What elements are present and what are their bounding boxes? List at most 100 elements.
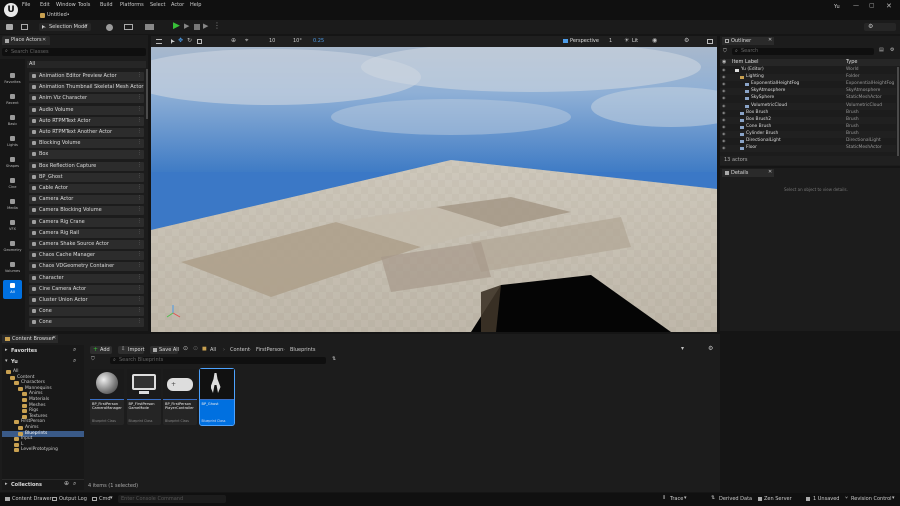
maximize-icon[interactable]: ▢ bbox=[869, 3, 875, 9]
outliner-settings-icon[interactable]: ⚙ bbox=[890, 48, 894, 53]
actor-item[interactable]: Cine Camera Actor ⋮ bbox=[29, 284, 144, 294]
visibility-icon[interactable]: ◉ bbox=[722, 124, 726, 129]
cinematics-icon[interactable] bbox=[145, 24, 154, 30]
actor-item[interactable]: BP_Ghost ⋮ bbox=[29, 172, 144, 182]
visibility-icon[interactable]: ◉ bbox=[722, 82, 726, 86]
rotate-tool-icon[interactable]: ↻ bbox=[187, 38, 192, 44]
actor-item[interactable]: Animation Editor Preview Actor ⋮ bbox=[29, 72, 144, 81]
drag-handle-icon[interactable]: ⋮ bbox=[137, 218, 142, 224]
output-log-button[interactable]: Output Log bbox=[50, 495, 87, 504]
favorites-search-icon[interactable]: ⌕ bbox=[73, 347, 76, 353]
favorites-header[interactable]: ▸ Favorites ⌕ bbox=[2, 347, 84, 355]
category-all[interactable]: All bbox=[3, 280, 22, 299]
breadcrumb-item[interactable]: FirstPerson bbox=[256, 348, 283, 353]
add-button[interactable]: + Add bbox=[90, 346, 112, 354]
actor-item[interactable]: Camera Rig Crane ⋮ bbox=[29, 217, 144, 227]
actor-item[interactable]: Cable Actor ⋮ bbox=[29, 184, 144, 193]
actor-item[interactable]: Chaos Cache Manager ⋮ bbox=[29, 251, 144, 261]
rotation-snap-value[interactable]: 10° bbox=[293, 39, 302, 44]
filter-header[interactable]: All bbox=[27, 61, 146, 68]
category-basic[interactable]: Basic bbox=[3, 112, 22, 131]
zen-server-button[interactable]: Zen Server bbox=[756, 495, 792, 504]
console-input[interactable]: Enter Console Command bbox=[118, 495, 226, 503]
history-back-icon[interactable]: ⊙ bbox=[183, 346, 188, 352]
trace-button[interactable]: ⫴ Trace ▾ bbox=[662, 495, 688, 504]
visibility-icon[interactable]: ◉ bbox=[722, 103, 726, 108]
menu-item[interactable]: Window bbox=[56, 3, 76, 8]
drag-handle-icon[interactable]: ⋮ bbox=[137, 151, 142, 156]
breadcrumb-item[interactable]: All bbox=[210, 348, 216, 353]
content-browser-tab[interactable]: Content Browser ✕ bbox=[2, 335, 58, 343]
revision-control-button[interactable]: ⑂ Revision Control ▾ bbox=[844, 495, 898, 504]
outliner-row[interactable]: ◉ VolumetricCloud VolumetricCloud bbox=[720, 102, 896, 110]
add-collection-icon[interactable]: ⊕ bbox=[64, 481, 69, 487]
actor-item[interactable]: Anim Viz Character ⋮ bbox=[29, 94, 144, 104]
actor-item[interactable]: Cluster Union Actor ⋮ bbox=[29, 296, 144, 305]
visibility-icon[interactable]: ◉ bbox=[722, 110, 726, 115]
drag-handle-icon[interactable]: ⋮ bbox=[137, 73, 142, 78]
outliner-search-input[interactable]: ⌕ Search bbox=[732, 48, 874, 55]
breadcrumb-item[interactable]: Content bbox=[230, 348, 250, 353]
perspective-button[interactable]: Perspective bbox=[561, 37, 601, 46]
item-label-header[interactable]: Item Label bbox=[732, 60, 758, 65]
cb-settings-icon[interactable]: ⚙ bbox=[708, 346, 713, 352]
drag-handle-icon[interactable]: ⋮ bbox=[137, 196, 142, 201]
content-drawer-button[interactable]: Content Drawer bbox=[3, 495, 52, 504]
actor-item[interactable]: Animation Thumbnail Skeletal Mesh Actor ⋮ bbox=[29, 83, 144, 93]
outliner-row[interactable]: ◉ Cone Brush Brush bbox=[720, 124, 896, 131]
search-classes-input[interactable]: ⌕ Search Classes bbox=[2, 48, 146, 56]
category-lights[interactable]: Lights bbox=[3, 133, 22, 152]
play-icon[interactable]: ▶ bbox=[173, 22, 180, 31]
outliner-row[interactable]: ◉ SkySphere StaticMeshActor bbox=[720, 95, 896, 102]
actor-list-scrollbar[interactable] bbox=[146, 69, 148, 119]
visibility-icon[interactable]: ◉ bbox=[722, 96, 726, 100]
import-button[interactable]: ⇩ Import bbox=[118, 346, 145, 354]
outliner-scrollbar[interactable] bbox=[897, 67, 899, 157]
translate-tool-icon[interactable]: ✥ bbox=[178, 38, 183, 44]
unreal-logo-icon[interactable]: U bbox=[4, 3, 18, 17]
maximize-viewport-icon[interactable] bbox=[707, 39, 713, 44]
breadcrumb-item[interactable]: Blueprints bbox=[290, 348, 315, 353]
derived-data-button[interactable]: ⇅ Derived Data bbox=[710, 495, 752, 504]
cb-filter-icon[interactable]: ⛉ bbox=[91, 357, 95, 362]
drag-handle-icon[interactable]: ⋮ bbox=[137, 319, 142, 324]
drag-handle-icon[interactable]: ⋮ bbox=[137, 207, 142, 212]
outliner-row[interactable]: ◉ Box Brush2 Brush bbox=[720, 116, 896, 124]
grid-snap-value[interactable]: 10 bbox=[269, 39, 275, 44]
category-recent[interactable]: Recent bbox=[3, 91, 22, 110]
level-viewport[interactable] bbox=[151, 47, 717, 332]
minimize-icon[interactable]: — bbox=[853, 3, 859, 9]
outliner-tab[interactable]: Outliner ✕ bbox=[722, 37, 774, 45]
drag-handle-icon[interactable]: ⋮ bbox=[137, 173, 142, 179]
cmd-dropdown[interactable]: Cmd ▾ bbox=[90, 495, 116, 504]
drag-handle-icon[interactable]: ⋮ bbox=[137, 129, 142, 134]
drag-handle-icon[interactable]: ⋮ bbox=[137, 308, 142, 313]
stop-icon[interactable] bbox=[194, 24, 200, 30]
category-shapes[interactable]: Shapes bbox=[3, 154, 22, 173]
outliner-row[interactable]: ◉ Yu (Editor) World bbox=[720, 67, 896, 74]
panel-close-icon[interactable]: ✕ bbox=[42, 38, 46, 43]
drag-handle-icon[interactable]: ⋮ bbox=[137, 274, 142, 280]
actor-item[interactable]: Box ⋮ bbox=[29, 150, 144, 160]
drag-handle-icon[interactable]: ⋮ bbox=[137, 297, 142, 302]
world-local-icon[interactable]: ⊕ bbox=[231, 38, 236, 44]
actor-item[interactable]: Cone ⋮ bbox=[29, 307, 144, 317]
actor-item[interactable]: Cone ⋮ bbox=[29, 318, 144, 328]
actor-item[interactable]: Chaos VDGeometry Container ⋮ bbox=[29, 262, 144, 272]
scale-snap-value[interactable]: 0.25 bbox=[313, 39, 324, 44]
viewport-settings-icon[interactable]: ⚙ bbox=[684, 38, 689, 44]
eject-icon[interactable]: ▶ bbox=[203, 23, 208, 30]
drag-handle-icon[interactable]: ⋮ bbox=[137, 263, 142, 268]
menu-item[interactable]: Tools bbox=[78, 3, 90, 8]
outliner-add-icon[interactable]: ▤ bbox=[879, 48, 884, 53]
actor-item[interactable]: Box Reflection Capture ⋮ bbox=[29, 161, 144, 171]
outliner-row[interactable]: ◉ DirectionalLight DirectionalLight bbox=[720, 138, 896, 145]
settings-button[interactable]: ⚙ bbox=[864, 23, 896, 31]
details-close-icon[interactable]: ✕ bbox=[768, 170, 772, 175]
outliner-row[interactable]: ◉ Cylinder Brush Brush bbox=[720, 130, 896, 138]
sort-icon[interactable]: ⇅ bbox=[332, 357, 336, 362]
actor-item[interactable]: Camera Actor ⋮ bbox=[29, 195, 144, 205]
outliner-row[interactable]: ◉ Box Brush Brush bbox=[720, 110, 896, 117]
scale-tool-icon[interactable] bbox=[197, 39, 202, 44]
category-geometry[interactable]: Geometry bbox=[3, 238, 22, 257]
